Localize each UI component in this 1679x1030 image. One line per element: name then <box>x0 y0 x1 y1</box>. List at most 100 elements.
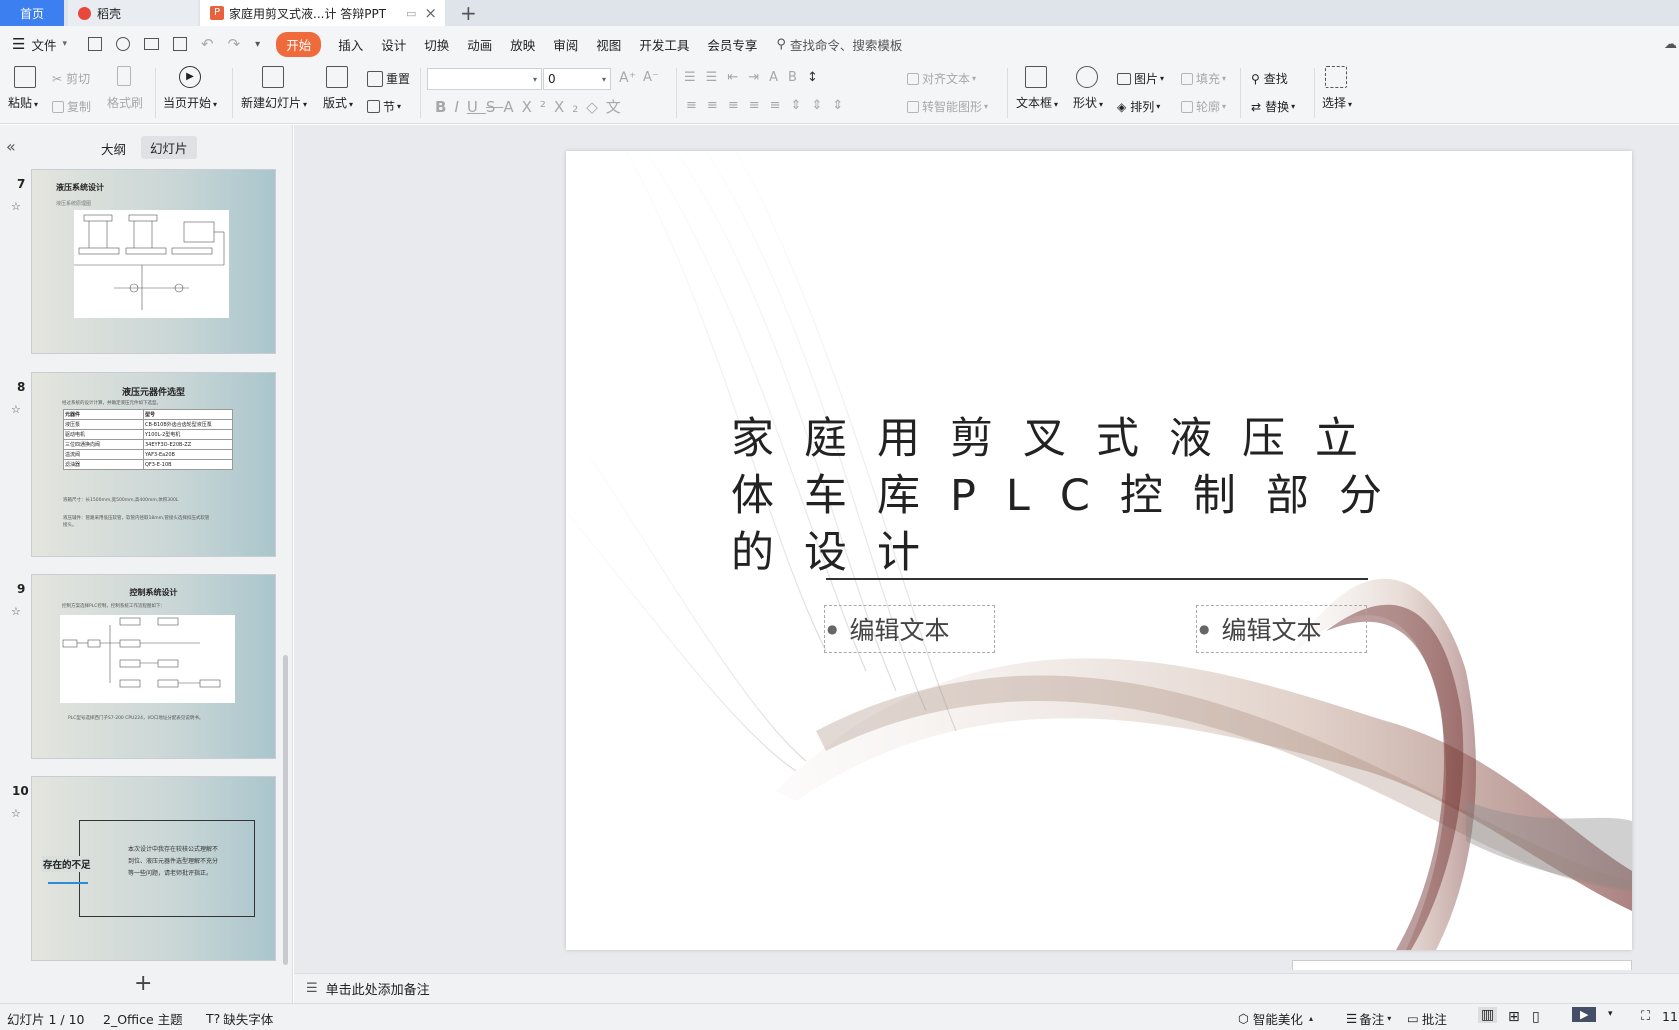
save-icon[interactable] <box>88 37 102 51</box>
slide-thumbnail-10[interactable]: 存在的不足 本次设计中我存在较核公式理解不到位、液压元器件选型理解不充分等一些问… <box>31 776 276 961</box>
menu-design[interactable]: 设计 <box>381 35 406 54</box>
notes-toggle-button[interactable]: ☰ 备注 ▾ <box>1346 1009 1391 1028</box>
smartart-button[interactable]: 转智能图形 ▾ <box>907 98 988 115</box>
outline-button[interactable]: 轮廓 ▾ <box>1181 98 1226 115</box>
missing-font-button[interactable]: T? 缺失字体 <box>206 1009 273 1028</box>
layout-button[interactable]: 版式 ▾ <box>323 66 353 111</box>
select-button[interactable]: 选择 ▾ <box>1322 66 1352 111</box>
cut-button[interactable]: ✂ 剪切 <box>52 70 90 87</box>
align-center-icon[interactable]: ≡ <box>707 98 728 113</box>
menu-animation[interactable]: 动画 <box>467 35 492 54</box>
redo-icon[interactable]: ↷ <box>228 35 241 53</box>
subscript-icon[interactable]: X₂ <box>554 98 586 116</box>
slide-thumbnail-8[interactable]: 液压元器件选型 经过系统的设计计算，并确定液压元件如下选型。 元器件 型号 液压泵… <box>31 372 276 557</box>
superscript-icon[interactable]: X² <box>522 98 554 116</box>
text-placeholder-left[interactable]: ● 编辑文本 <box>824 605 995 653</box>
format-painter-button[interactable]: 格式刷 <box>107 66 143 111</box>
text-placeholder-right[interactable]: ● 编辑文本 <box>1196 605 1367 653</box>
menu-start[interactable]: 开始 <box>276 31 322 57</box>
menu-view[interactable]: 视图 <box>596 35 621 54</box>
new-slide-button[interactable]: 新建幻灯片 ▾ <box>241 66 307 111</box>
font-family-select[interactable]: ▾ <box>427 68 542 90</box>
eraser-icon[interactable]: ◇ <box>586 98 606 116</box>
slideshow-options-icon[interactable]: ▾ <box>1608 1009 1613 1019</box>
theme-name[interactable]: 2_Office 主题 <box>103 1009 183 1028</box>
tab-daoke[interactable]: 稻壳 <box>68 0 198 26</box>
strikethrough-icon[interactable]: S <box>486 98 504 116</box>
menu-member[interactable]: 会员专享 <box>707 35 757 54</box>
increase-indent-icon[interactable]: ⇥ <box>748 70 769 85</box>
italic-icon[interactable]: I <box>454 98 466 116</box>
align-text-button[interactable]: 对齐文本 ▾ <box>907 70 976 87</box>
comments-button[interactable]: ▭ 批注 <box>1407 1009 1447 1028</box>
textbox-button[interactable]: 文本框 ▾ <box>1016 66 1058 111</box>
distribute-icon[interactable]: ≡ <box>770 98 791 113</box>
menu-slideshow[interactable]: 放映 <box>510 35 535 54</box>
slide-title[interactable]: 家庭用剪叉式液压立体车库PLC控制部分的设计 <box>731 411 1431 582</box>
current-slide[interactable]: 家庭用剪叉式液压立体车库PLC控制部分的设计 ● 编辑文本 ● 编辑文本 <box>566 151 1632 950</box>
decrease-font-icon[interactable]: A⁻ <box>643 70 659 85</box>
font-size-select[interactable]: 0 ▾ <box>543 68 611 90</box>
phonetic-icon[interactable]: 文 <box>606 96 629 117</box>
copy-button[interactable]: 复制 <box>52 98 91 115</box>
slide-thumbnail-7[interactable]: 液压系统设计 液压系统原理图 <box>31 169 276 354</box>
notes-bar[interactable]: ☰ 单击此处添加备注 <box>294 973 1679 1003</box>
file-menu[interactable]: ☰ 文件 ▾ <box>12 35 67 54</box>
para-spacing-icon[interactable]: ⇕ <box>811 98 832 113</box>
reading-view-icon[interactable]: ▯ <box>1532 1009 1540 1025</box>
shape-button[interactable]: 形状 ▾ <box>1073 66 1103 111</box>
align-right-icon[interactable]: ≡ <box>728 98 749 113</box>
menu-review[interactable]: 审阅 <box>553 35 578 54</box>
font-color-icon[interactable]: A <box>503 98 521 116</box>
line-height-icon[interactable]: ⇕ <box>832 98 853 113</box>
menu-developer[interactable]: 开发工具 <box>639 35 689 54</box>
undo-icon[interactable]: ↶ <box>201 35 214 53</box>
thumb-scrollbar[interactable] <box>283 655 288 965</box>
line-spacing-icon[interactable]: ↕ <box>807 70 828 85</box>
increase-font-icon[interactable]: A⁺ <box>619 70 636 86</box>
fill-button[interactable]: 填充 ▾ <box>1181 70 1226 87</box>
new-tab-button[interactable]: + <box>452 0 482 26</box>
tab-monitor-icon[interactable]: ▭ <box>406 7 416 20</box>
arrange-button[interactable]: ◈ 排列 ▾ <box>1117 98 1160 115</box>
section-button[interactable]: 节 ▾ <box>367 98 401 115</box>
justify-icon[interactable]: ≡ <box>749 98 770 113</box>
collapse-panel-icon[interactable]: « <box>6 137 16 156</box>
bullet-list-icon[interactable]: ☰ <box>684 70 706 85</box>
tab-close-icon[interactable]: × <box>424 4 437 22</box>
menu-transition[interactable]: 切换 <box>424 35 449 54</box>
replace-button[interactable]: ⇄ 替换 ▾ <box>1251 98 1295 115</box>
add-slide-button[interactable]: + <box>134 971 152 996</box>
numbered-list-icon[interactable]: ☰ <box>706 70 728 85</box>
play-slideshow-icon[interactable]: ▶ <box>1572 1007 1597 1022</box>
canvas-scrollbar-bottom[interactable] <box>1292 960 1632 970</box>
sorter-view-icon[interactable]: ⊞ <box>1508 1009 1520 1025</box>
find-button[interactable]: ⚲ 查找 <box>1251 70 1288 87</box>
tab-slides[interactable]: 幻灯片 <box>141 136 197 159</box>
tab-home[interactable]: 首页 <box>0 0 64 26</box>
column-spacing-icon[interactable]: ⇕ <box>791 98 812 113</box>
print-preview-icon[interactable] <box>173 37 187 51</box>
fit-window-icon[interactable]: ⛶ <box>1641 1009 1650 1024</box>
underline-icon[interactable]: U <box>467 98 486 116</box>
align-left-icon[interactable]: ≡ <box>686 98 707 113</box>
paste-button[interactable]: 粘贴 ▾ <box>8 66 39 111</box>
beautify-button[interactable]: ⬡ 智能美化 ▴ <box>1238 1009 1313 1028</box>
bold-icon[interactable]: B <box>435 98 454 116</box>
export-icon[interactable] <box>116 37 130 51</box>
cloud-icon[interactable]: ☁ <box>1664 37 1677 52</box>
play-from-current-button[interactable]: ▶ 当页开始 ▾ <box>163 66 217 111</box>
reset-button[interactable]: 重置 <box>367 70 410 87</box>
command-search[interactable]: ⚲ 查找命令、搜索模板 <box>776 35 902 54</box>
print-icon[interactable] <box>144 38 159 50</box>
slide-thumbnail-9[interactable]: 控制系统设计 控制方案选择PLC控制，控制系统工作流程图如下： PLC型号选择西… <box>31 574 276 759</box>
picture-button[interactable]: 图片 ▾ <box>1117 70 1164 87</box>
decrease-indent-icon[interactable]: ⇤ <box>727 70 748 85</box>
menu-insert[interactable]: 插入 <box>338 35 363 54</box>
normal-view-icon[interactable]: ▥ <box>1478 1007 1498 1023</box>
tab-document[interactable]: P 家庭用剪叉式液...计 答辩PPT ▭ × <box>200 0 445 26</box>
zoom-value[interactable]: 11 <box>1662 1009 1678 1024</box>
customize-toolbar-icon[interactable]: ▾ <box>255 39 260 50</box>
text-direction-icon[interactable]: AB <box>769 70 807 85</box>
tab-outline[interactable]: 大纲 <box>101 139 126 158</box>
